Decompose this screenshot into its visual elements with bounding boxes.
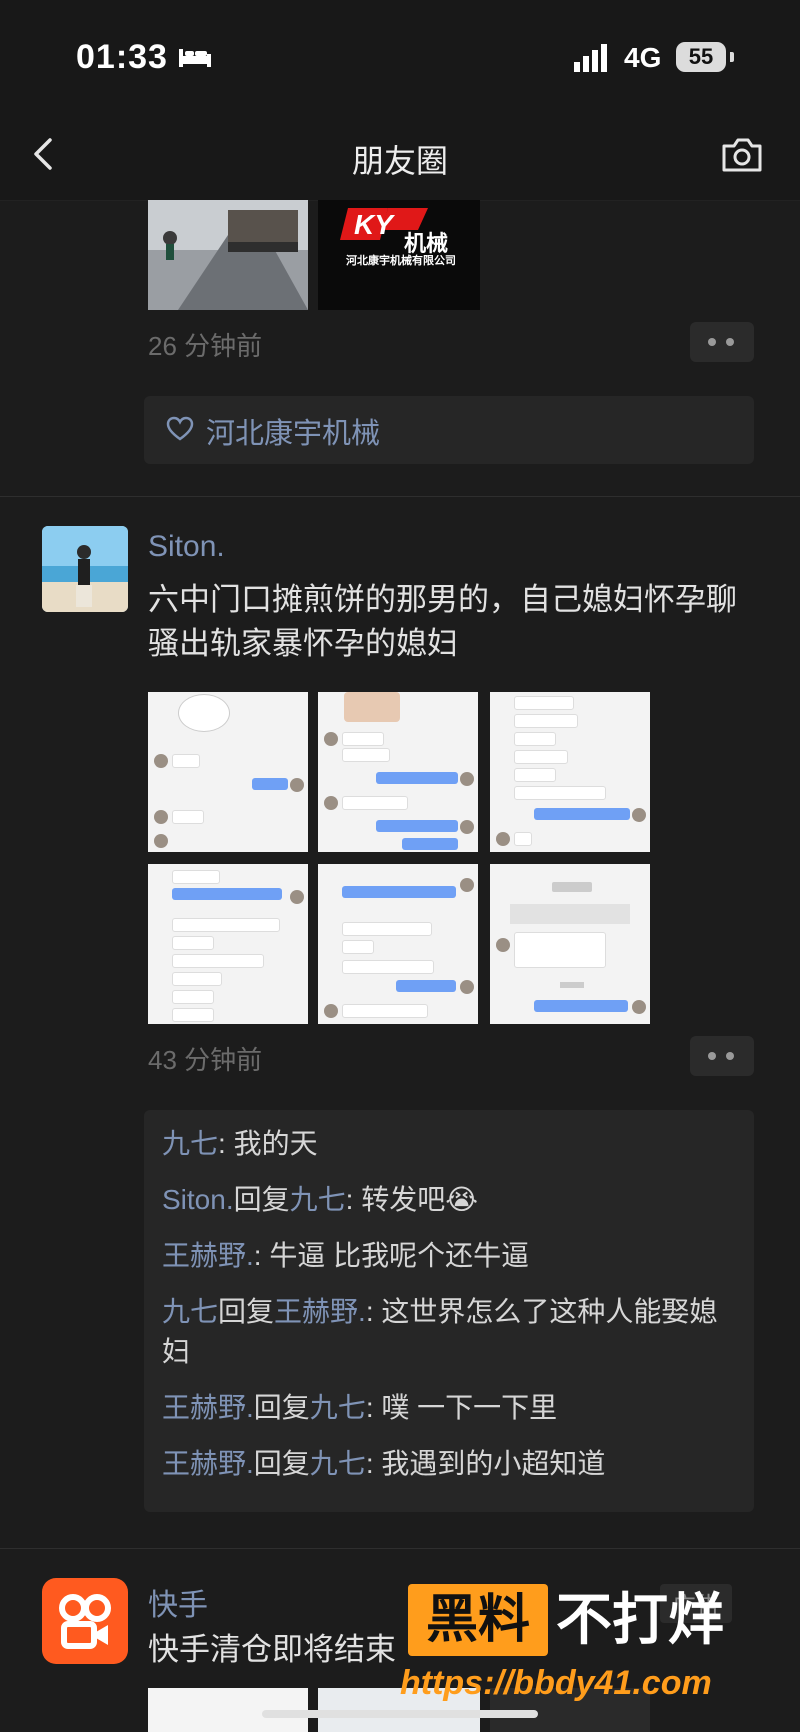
post-timestamp: 26 分钟前: [148, 331, 263, 361]
status-bar: 01:33 4G 55: [0, 0, 800, 110]
comment-item[interactable]: Siton.回复九七: 转发吧😭: [162, 1180, 736, 1220]
bed-icon: [179, 49, 211, 67]
battery-icon: 55: [676, 42, 726, 72]
post-text: 六中门口摊煎饼的那男的，自己媳妇怀孕聊骚出轨家暴怀孕的媳妇: [148, 582, 737, 661]
post-image[interactable]: [490, 864, 650, 1024]
post-divider: [0, 1548, 800, 1549]
svg-text:KY: KY: [354, 209, 395, 240]
comment-item[interactable]: 王赫野.回复九七: 噗 一下一下里: [162, 1388, 736, 1428]
post-image-logo[interactable]: KY 机械 河北康宇机械有限公司: [318, 200, 480, 310]
logo-company: 河北康宇机械有限公司: [346, 255, 456, 267]
post-timestamp: 43 分钟前: [148, 1045, 263, 1075]
nav-bar: 朋友圈: [0, 110, 800, 201]
avatar[interactable]: [42, 526, 128, 612]
comment-item[interactable]: 王赫野.: 牛逼 比我呢个还牛逼: [162, 1236, 736, 1276]
more-actions-button[interactable]: [690, 322, 754, 362]
comment-item[interactable]: 王赫野.回复九七: 我遇到的小超知道: [162, 1444, 736, 1484]
heart-icon: [166, 416, 194, 441]
network-type: 4G: [624, 42, 662, 73]
post-image-road[interactable]: [148, 200, 308, 310]
kuaishou-logo-icon[interactable]: [42, 1578, 128, 1664]
likes-box: 河北康宇机械: [144, 396, 754, 464]
watermark-url: https://bbdy41.com: [400, 1664, 712, 1702]
ad-author-name[interactable]: 快手: [148, 1580, 208, 1624]
likes-names[interactable]: 河北康宇机械: [206, 410, 380, 452]
battery-tip: [730, 52, 734, 62]
post-image[interactable]: [490, 692, 650, 852]
post-image[interactable]: [148, 864, 308, 1024]
comments-box: 九七: 我的天 Siton.回复九七: 转发吧😭 王赫野.: 牛逼 比我呢个还牛…: [144, 1110, 754, 1512]
post-image[interactable]: [318, 692, 478, 852]
watermark-badge: 黑料: [408, 1584, 548, 1656]
post-image[interactable]: [318, 864, 478, 1024]
watermark-text: 不打烊: [556, 1588, 724, 1651]
page-title: 朋友圈: [351, 143, 448, 179]
home-indicator: [262, 1710, 538, 1718]
post-author-name[interactable]: Siton.: [148, 530, 225, 564]
more-actions-button[interactable]: [690, 1036, 754, 1076]
post-divider: [0, 496, 800, 497]
post-image[interactable]: [148, 692, 308, 852]
comment-item[interactable]: 九七: 我的天: [162, 1124, 736, 1164]
camera-icon[interactable]: [720, 136, 764, 174]
signal-icon: [574, 44, 607, 72]
comment-item[interactable]: 九七回复王赫野.: 这世界怎么了这种人能娶媳妇: [162, 1292, 736, 1372]
status-time: 01:33: [76, 38, 168, 76]
